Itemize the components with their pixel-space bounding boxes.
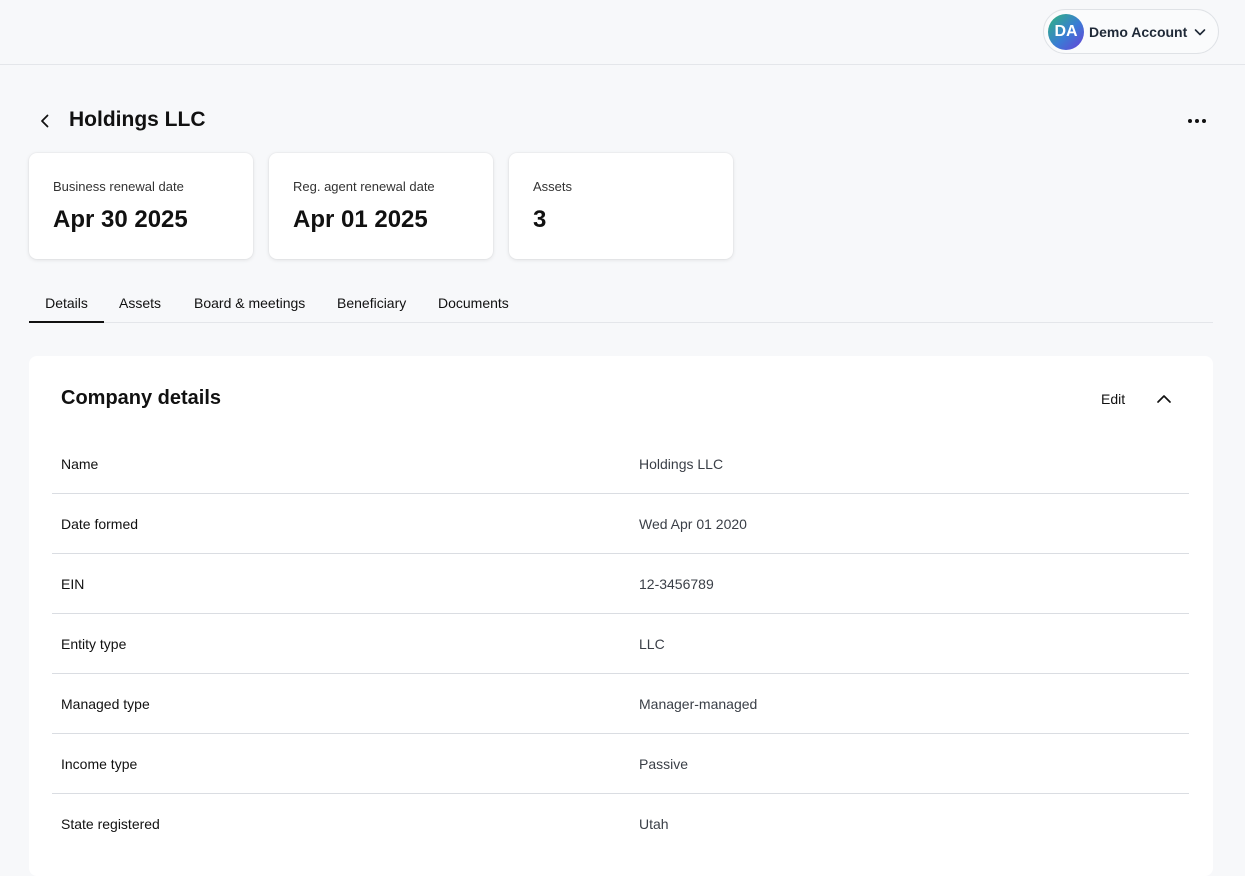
detail-value: 12-3456789 — [639, 576, 714, 592]
detail-value: Manager-managed — [639, 696, 758, 712]
top-bar: DA Demo Account — [0, 0, 1245, 65]
chevron-down-icon — [1194, 28, 1206, 35]
detail-label: Entity type — [61, 636, 127, 652]
account-menu-button[interactable]: DA Demo Account — [1043, 9, 1219, 54]
card-label: Reg. agent renewal date — [293, 179, 435, 194]
tab-bar: Details Assets Board & meetings Benefici… — [29, 288, 1213, 323]
detail-value: Holdings LLC — [639, 456, 724, 472]
more-options-icon[interactable] — [1186, 112, 1208, 130]
detail-value: Passive — [639, 756, 689, 772]
avatar: DA — [1048, 13, 1084, 50]
detail-row-name: Name Holdings LLC — [52, 434, 1189, 494]
detail-row-entity-type: Entity type LLC — [52, 614, 1189, 674]
tab-assets[interactable]: Assets — [119, 288, 161, 323]
company-details-panel: Company details Edit Name Holdings LLC D… — [29, 356, 1213, 876]
tab-details[interactable]: Details — [29, 288, 104, 323]
detail-label: Date formed — [61, 516, 139, 532]
detail-row-date-formed: Date formed Wed Apr 01 2020 — [52, 494, 1189, 554]
agent-renewal-card: Reg. agent renewal date Apr 01 2025 — [269, 153, 493, 259]
detail-label: Income type — [61, 756, 138, 772]
page-title: Holdings LLC — [69, 108, 206, 131]
business-renewal-card: Business renewal date Apr 30 2025 — [29, 153, 253, 259]
chevron-up-icon[interactable] — [1155, 390, 1173, 408]
card-label: Business renewal date — [53, 179, 184, 194]
detail-value: LLC — [639, 636, 665, 652]
tab-beneficiary[interactable]: Beneficiary — [337, 288, 406, 323]
detail-label: Managed type — [61, 696, 150, 712]
detail-label: EIN — [61, 576, 85, 592]
tab-documents[interactable]: Documents — [438, 288, 509, 323]
assets-card: Assets 3 — [509, 153, 733, 259]
tab-board-meetings[interactable]: Board & meetings — [194, 288, 305, 323]
page-header: Holdings LLC — [36, 104, 1216, 138]
detail-label: Name — [61, 456, 99, 472]
detail-row-state-registered: State registered Utah — [52, 794, 1189, 854]
card-value: Apr 30 2025 — [53, 206, 188, 233]
detail-value: Utah — [639, 816, 669, 832]
card-value: 3 — [533, 206, 547, 233]
detail-row-ein: EIN 12-3456789 — [52, 554, 1189, 614]
panel-title: Company details — [61, 387, 222, 409]
edit-button[interactable]: Edit — [1101, 391, 1125, 407]
detail-row-income-type: Income type Passive — [52, 734, 1189, 794]
detail-value: Wed Apr 01 2020 — [639, 516, 747, 532]
detail-row-managed-type: Managed type Manager-managed — [52, 674, 1189, 734]
card-value: Apr 01 2025 — [293, 206, 428, 233]
detail-label: State registered — [61, 816, 160, 832]
card-label: Assets — [533, 179, 573, 194]
back-arrow-icon[interactable] — [36, 112, 54, 130]
account-name: Demo Account — [1089, 23, 1188, 40]
details-list: Name Holdings LLC Date formed Wed Apr 01… — [52, 434, 1189, 854]
